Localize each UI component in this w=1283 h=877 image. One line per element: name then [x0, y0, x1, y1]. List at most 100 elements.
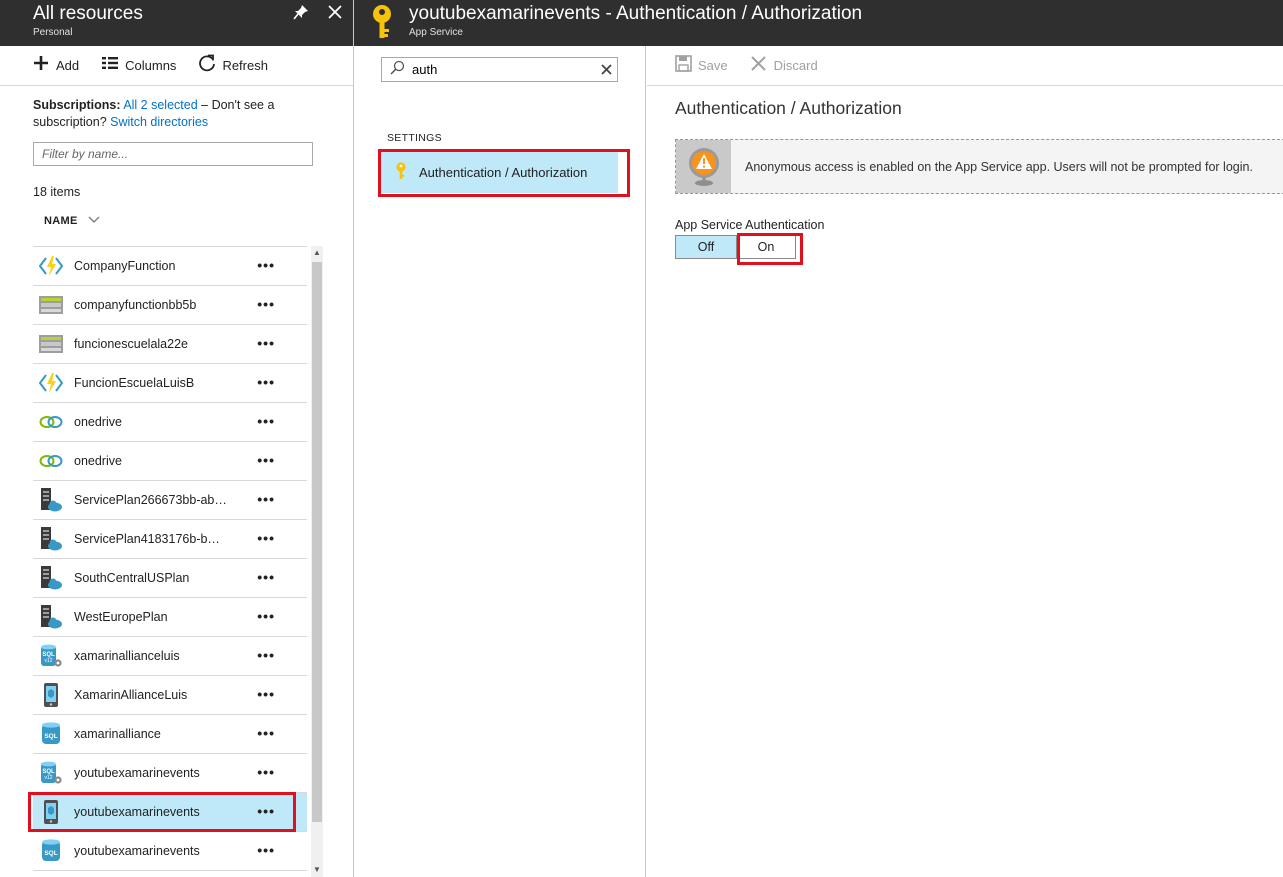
auth-toolbar: Save Discard	[647, 46, 1283, 86]
more-options-icon[interactable]: •••	[257, 374, 275, 390]
scroll-down-icon[interactable]: ▼	[311, 865, 323, 877]
subscriptions-info: Subscriptions: All 2 selected – Don't se…	[33, 97, 323, 131]
menu-search-input[interactable]	[412, 58, 595, 81]
more-options-icon[interactable]: •••	[257, 725, 275, 741]
app-service-menu-blade: youtubexamarinevents - Authentication / …	[354, 0, 1283, 877]
resource-row[interactable]: SQL v12 xamarinallianceluis •••	[33, 637, 307, 676]
more-options-icon[interactable]: •••	[257, 257, 275, 273]
more-options-icon[interactable]: •••	[257, 764, 275, 780]
resource-name: xamarinalliance	[74, 727, 161, 741]
columns-label: Columns	[125, 58, 177, 73]
warning-icon	[676, 140, 731, 193]
authentication-blade: Save Discard Authentication / Authorizat…	[647, 0, 1283, 877]
resource-name: youtubexamarinevents	[74, 844, 200, 858]
storage-account-icon	[39, 332, 63, 356]
more-options-icon[interactable]: •••	[257, 413, 275, 429]
more-options-icon[interactable]: •••	[257, 686, 275, 702]
resource-row[interactable]: SQL xamarinalliance •••	[33, 715, 307, 754]
all-selected-link[interactable]: All 2 selected	[123, 98, 197, 112]
key-icon	[370, 4, 394, 43]
resource-row[interactable]: companyfunctionbb5b •••	[33, 286, 307, 325]
switch-directories-link[interactable]: Switch directories	[110, 115, 208, 129]
resource-name: FuncionEscuelaLuisB	[74, 376, 195, 390]
sql-database-icon: SQL	[39, 722, 63, 746]
blade-subtitle: Personal	[33, 27, 73, 38]
add-button[interactable]: Add	[32, 55, 79, 76]
resource-row[interactable]: WestEuropePlan •••	[33, 598, 307, 637]
items-count: 18 items	[33, 185, 81, 199]
menu-item-label: Authentication / Authorization	[419, 165, 588, 180]
refresh-label: Refresh	[222, 58, 268, 73]
more-options-icon[interactable]: •••	[257, 296, 275, 312]
more-options-icon[interactable]: •••	[257, 803, 275, 819]
resource-name: ServicePlan266673bb-ab…	[74, 493, 227, 507]
key-icon	[395, 162, 411, 183]
page-title: Authentication / Authorization	[675, 98, 902, 118]
svg-text:v12: v12	[44, 658, 52, 664]
toggle-off-option[interactable]: Off	[675, 235, 737, 259]
scrollbar-thumb[interactable]	[312, 262, 322, 822]
resource-row[interactable]: funcionescuelala22e •••	[33, 325, 307, 364]
save-button[interactable]: Save	[674, 54, 728, 77]
resource-row[interactable]: XamarinAllianceLuis •••	[33, 676, 307, 715]
resource-row[interactable]: youtubexamarinevents •••	[33, 793, 307, 832]
filter-by-name-input[interactable]	[33, 142, 313, 166]
app-service-authentication-toggle: Off On	[675, 235, 796, 259]
close-icon[interactable]	[324, 4, 346, 26]
more-options-icon[interactable]: •••	[257, 647, 275, 663]
more-options-icon[interactable]: •••	[257, 842, 275, 858]
menu-item-authentication-authorization[interactable]: Authentication / Authorization	[381, 152, 618, 193]
refresh-button[interactable]: Refresh	[198, 54, 268, 77]
anonymous-access-notice: Anonymous access is enabled on the App S…	[675, 139, 1283, 194]
columns-button[interactable]: Columns	[101, 56, 176, 75]
resource-row[interactable]: FuncionEscuelaLuisB •••	[33, 364, 307, 403]
save-icon	[674, 54, 692, 77]
more-options-icon[interactable]: •••	[257, 608, 275, 624]
function-app-icon	[39, 371, 63, 395]
more-options-icon[interactable]: •••	[257, 491, 275, 507]
pin-icon[interactable]	[290, 4, 312, 26]
more-options-icon[interactable]: •••	[257, 452, 275, 468]
resource-row[interactable]: onedrive •••	[33, 403, 307, 442]
sql-server-icon: SQL v12	[39, 644, 63, 668]
resource-name: ServicePlan4183176b-b…	[74, 532, 220, 546]
resource-row[interactable]: ServicePlan266673bb-ab… •••	[33, 481, 307, 520]
resource-row[interactable]: ServicePlan4183176b-b… •••	[33, 520, 307, 559]
resource-name: WestEuropePlan	[74, 610, 168, 624]
resource-row[interactable]: SQL youtubexamarinevents •••	[33, 832, 307, 871]
resource-name: SouthCentralUSPlan	[74, 571, 190, 585]
mobile-app-icon	[39, 800, 63, 824]
list-scrollbar[interactable]: ▲ ▼	[311, 246, 323, 877]
app-service-authentication-label: App Service Authentication	[675, 218, 825, 232]
resources-toolbar: Add Columns Refresh	[0, 46, 353, 86]
blade-header: All resources Personal	[0, 0, 353, 46]
storage-account-icon	[39, 293, 63, 317]
name-column-header[interactable]: NAME	[44, 215, 100, 227]
more-options-icon[interactable]: •••	[257, 569, 275, 585]
svg-text:SQL: SQL	[44, 850, 57, 857]
scroll-up-icon[interactable]: ▲	[311, 248, 323, 260]
toggle-on-option[interactable]: On	[736, 235, 796, 259]
api-connection-icon	[39, 410, 63, 434]
app-service-plan-icon	[39, 527, 63, 551]
svg-text:v12: v12	[44, 775, 52, 781]
resource-row[interactable]: onedrive •••	[33, 442, 307, 481]
resource-row[interactable]: SouthCentralUSPlan •••	[33, 559, 307, 598]
resource-row[interactable]: SQL v12 youtubexamarinevents •••	[33, 754, 307, 793]
more-options-icon[interactable]: •••	[257, 335, 275, 351]
app-service-plan-icon	[39, 605, 63, 629]
resource-name: CompanyFunction	[74, 259, 176, 273]
clear-search-icon[interactable]	[595, 62, 617, 78]
resource-list: CompanyFunction ••• companyfunctionbb5b •••…	[33, 246, 307, 871]
app-service-plan-icon	[39, 566, 63, 590]
save-label: Save	[698, 58, 728, 73]
blade-title: All resources	[33, 3, 143, 24]
resource-row[interactable]: CompanyFunction •••	[33, 247, 307, 286]
function-app-icon	[39, 254, 63, 278]
more-options-icon[interactable]: •••	[257, 530, 275, 546]
add-label: Add	[56, 58, 80, 73]
api-connection-icon	[39, 449, 63, 473]
resource-name: xamarinallianceluis	[74, 649, 180, 663]
discard-button[interactable]: Discard	[750, 55, 818, 76]
sql-server-icon: SQL v12	[39, 761, 63, 785]
